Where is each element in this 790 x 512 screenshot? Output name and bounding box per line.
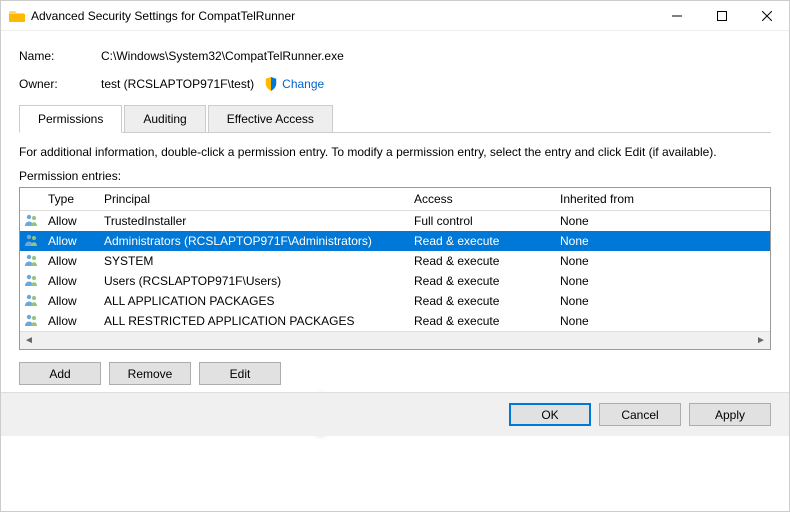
cell-access: Read & execute: [406, 252, 552, 270]
instruction-text: For additional information, double-click…: [19, 145, 771, 159]
entries-label: Permission entries:: [19, 169, 771, 183]
people-icon: [24, 273, 40, 290]
tab-effective-access[interactable]: Effective Access: [208, 105, 333, 132]
cell-type: Allow: [40, 272, 96, 290]
tabs: Permissions Auditing Effective Access: [19, 105, 771, 133]
table-row[interactable]: AllowSYSTEMRead & executeNone: [20, 251, 770, 271]
name-value: C:\Windows\System32\CompatTelRunner.exe: [101, 49, 344, 63]
people-icon: [24, 233, 40, 250]
ok-button[interactable]: OK: [509, 403, 591, 426]
cell-type: Allow: [40, 232, 96, 250]
cell-principal: SYSTEM: [96, 252, 406, 270]
minimize-button[interactable]: [654, 1, 699, 31]
cell-access: Read & execute: [406, 232, 552, 250]
horizontal-scrollbar[interactable]: ◄ ►: [20, 331, 770, 349]
cell-inherited: None: [552, 232, 770, 250]
close-button[interactable]: [744, 1, 789, 31]
cell-type: Allow: [40, 312, 96, 330]
folder-icon: [9, 8, 25, 24]
people-icon: [24, 293, 40, 310]
cell-inherited: None: [552, 252, 770, 270]
shield-icon: [264, 77, 278, 91]
tab-permissions[interactable]: Permissions: [19, 105, 122, 133]
cell-inherited: None: [552, 212, 770, 230]
name-row: Name: C:\Windows\System32\CompatTelRunne…: [19, 49, 771, 63]
cell-principal: ALL RESTRICTED APPLICATION PACKAGES: [96, 312, 406, 330]
cell-type: Allow: [40, 252, 96, 270]
cell-access: Read & execute: [406, 312, 552, 330]
table-row[interactable]: AllowALL RESTRICTED APPLICATION PACKAGES…: [20, 311, 770, 331]
people-icon: [24, 253, 40, 270]
people-icon: [24, 213, 40, 230]
cell-inherited: None: [552, 272, 770, 290]
cell-inherited: None: [552, 292, 770, 310]
table-row[interactable]: AllowALL APPLICATION PACKAGESRead & exec…: [20, 291, 770, 311]
cell-principal: TrustedInstaller: [96, 212, 406, 230]
apply-button[interactable]: Apply: [689, 403, 771, 426]
scroll-left-icon[interactable]: ◄: [20, 332, 38, 349]
cell-access: Full control: [406, 212, 552, 230]
table-header: Type Principal Access Inherited from: [20, 188, 770, 211]
add-button[interactable]: Add: [19, 362, 101, 385]
cancel-button[interactable]: Cancel: [599, 403, 681, 426]
tab-auditing[interactable]: Auditing: [124, 105, 205, 132]
cell-principal: Users (RCSLAPTOP971F\Users): [96, 272, 406, 290]
maximize-button[interactable]: [699, 1, 744, 31]
cell-inherited: None: [552, 312, 770, 330]
window-title: Advanced Security Settings for CompatTel…: [31, 9, 654, 23]
change-owner-link[interactable]: Change: [282, 77, 324, 91]
table-row[interactable]: AllowTrustedInstallerFull controlNone: [20, 211, 770, 231]
header-type[interactable]: Type: [40, 188, 96, 210]
people-icon: [24, 313, 40, 330]
owner-row: Owner: test (RCSLAPTOP971F\test) Change: [19, 77, 771, 91]
owner-value: test (RCSLAPTOP971F\test): [101, 77, 254, 91]
name-label: Name:: [19, 49, 101, 63]
table-row[interactable]: AllowAdministrators (RCSLAPTOP971F\Admin…: [20, 231, 770, 251]
cell-principal: ALL APPLICATION PACKAGES: [96, 292, 406, 310]
cell-type: Allow: [40, 212, 96, 230]
table-row[interactable]: AllowUsers (RCSLAPTOP971F\Users)Read & e…: [20, 271, 770, 291]
header-inherited[interactable]: Inherited from: [552, 188, 770, 210]
header-access[interactable]: Access: [406, 188, 552, 210]
edit-button[interactable]: Edit: [199, 362, 281, 385]
cell-access: Read & execute: [406, 292, 552, 310]
cell-type: Allow: [40, 292, 96, 310]
dialog-buttons: OK Cancel Apply: [1, 392, 789, 436]
scroll-right-icon[interactable]: ►: [752, 332, 770, 349]
owner-label: Owner:: [19, 77, 101, 91]
table-body: AllowTrustedInstallerFull controlNoneAll…: [20, 211, 770, 331]
titlebar: Advanced Security Settings for CompatTel…: [1, 1, 789, 31]
header-principal[interactable]: Principal: [96, 188, 406, 210]
cell-principal: Administrators (RCSLAPTOP971F\Administra…: [96, 232, 406, 250]
permission-table: Type Principal Access Inherited from All…: [19, 187, 771, 350]
cell-access: Read & execute: [406, 272, 552, 290]
remove-button[interactable]: Remove: [109, 362, 191, 385]
